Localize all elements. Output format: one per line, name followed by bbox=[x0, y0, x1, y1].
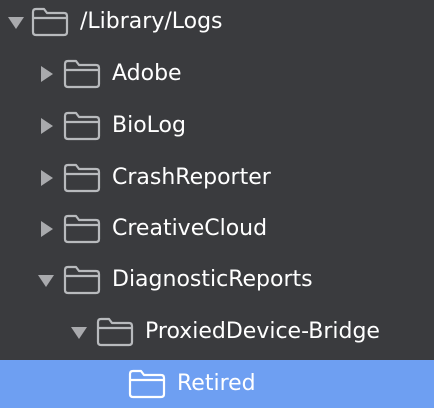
folder-icon bbox=[31, 7, 69, 37]
tree-row-label: Adobe bbox=[112, 61, 182, 86]
file-tree: /Library/Logs Adobe BioLog CrashReporter bbox=[0, 0, 434, 408]
tree-row-retired[interactable]: Retired bbox=[0, 360, 434, 408]
folder-icon bbox=[63, 214, 101, 244]
tree-row-label: CrashReporter bbox=[112, 165, 271, 190]
tree-row-adobe[interactable]: Adobe bbox=[0, 48, 434, 100]
folder-icon bbox=[63, 163, 101, 193]
triangle-right-icon[interactable] bbox=[36, 64, 56, 84]
triangle-down-icon[interactable] bbox=[6, 12, 26, 32]
triangle-right-icon[interactable] bbox=[36, 168, 56, 188]
folder-icon bbox=[96, 317, 134, 347]
triangle-down-icon[interactable] bbox=[36, 270, 56, 290]
tree-row-label: Retired bbox=[177, 371, 256, 396]
triangle-right-icon[interactable] bbox=[36, 219, 56, 239]
folder-icon bbox=[128, 369, 166, 399]
tree-row-crashreporter[interactable]: CrashReporter bbox=[0, 152, 434, 204]
tree-row-creativecloud[interactable]: CreativeCloud bbox=[0, 203, 434, 255]
tree-row-biolog[interactable]: BioLog bbox=[0, 100, 434, 152]
triangle-right-icon[interactable] bbox=[36, 116, 56, 136]
folder-icon bbox=[63, 59, 101, 89]
tree-row-proxieddevice-bridge[interactable]: ProxiedDevice-Bridge bbox=[0, 306, 434, 358]
tree-row-library-logs[interactable]: /Library/Logs bbox=[0, 0, 434, 48]
tree-row-label: DiagnosticReports bbox=[112, 267, 313, 292]
tree-row-label: /Library/Logs bbox=[80, 9, 223, 34]
triangle-down-icon[interactable] bbox=[69, 322, 89, 342]
tree-row-diagnosticreports[interactable]: DiagnosticReports bbox=[0, 254, 434, 306]
folder-icon bbox=[63, 111, 101, 141]
folder-icon bbox=[63, 265, 101, 295]
tree-row-label: ProxiedDevice-Bridge bbox=[145, 319, 380, 344]
tree-row-label: BioLog bbox=[112, 113, 186, 138]
tree-row-label: CreativeCloud bbox=[112, 216, 268, 241]
